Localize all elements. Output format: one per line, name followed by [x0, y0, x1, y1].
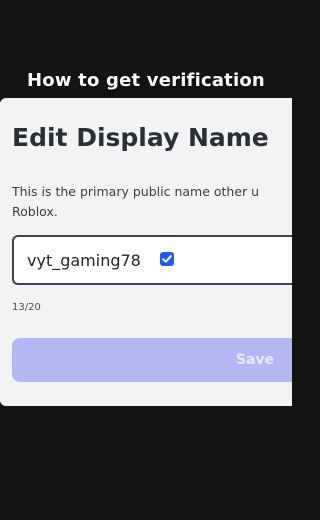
character-counter: 13/20	[12, 302, 41, 313]
video-frame: How to get verification Edit Display Nam…	[0, 0, 292, 520]
description-line-2: Roblox.	[12, 204, 58, 219]
dialog-title: Edit Display Name	[12, 123, 269, 152]
dialog-description: This is the primary public name other u …	[12, 182, 292, 222]
save-button[interactable]: Save	[12, 338, 292, 382]
display-name-input[interactable]: vyt_gaming78	[12, 235, 292, 285]
edit-display-name-dialog: Edit Display Name This is the primary pu…	[0, 98, 292, 406]
overlay-caption: How to get verification	[27, 70, 265, 91]
description-line-1: This is the primary public name other u	[12, 184, 260, 199]
verified-checkmark-icon	[159, 251, 175, 267]
display-name-value: vyt_gaming78	[27, 251, 141, 270]
